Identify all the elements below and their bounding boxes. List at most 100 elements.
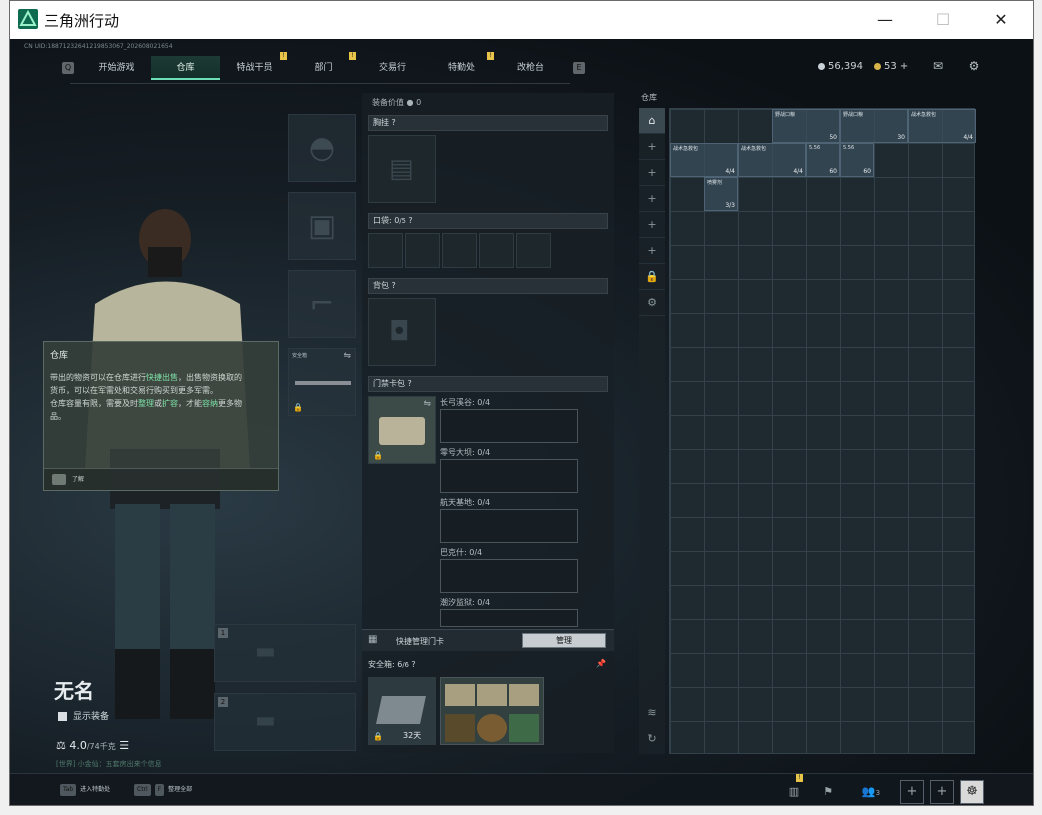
swap-icon[interactable]: ⇋ bbox=[423, 399, 431, 409]
storage-item[interactable]: 战术急救包 4/4 bbox=[670, 143, 738, 177]
swap-icon[interactable]: ⇋ bbox=[343, 351, 351, 361]
storage-item[interactable]: 野战口粮 50 bbox=[772, 109, 840, 143]
pin-icon[interactable]: 📌 bbox=[596, 659, 606, 668]
item-label: 野战口粮 bbox=[775, 112, 796, 118]
keycard-grid[interactable] bbox=[440, 459, 578, 493]
weight-max: /74千克 bbox=[86, 742, 116, 751]
add-tab-icon[interactable]: + bbox=[639, 212, 665, 238]
nav-next-key[interactable]: E bbox=[573, 62, 585, 74]
keycard-grid[interactable] bbox=[440, 609, 578, 627]
add-tab-icon[interactable]: + bbox=[639, 134, 665, 160]
pistol-slot[interactable]: ⌐ bbox=[288, 270, 356, 338]
alert-badge: ! bbox=[487, 52, 494, 60]
app-logo-icon bbox=[18, 9, 38, 29]
tab-department[interactable]: 部门! bbox=[289, 52, 358, 80]
storage-title: 仓库 bbox=[641, 93, 657, 102]
keycard-case-slot[interactable]: ⇋ 🔒 bbox=[368, 396, 436, 464]
close-button[interactable]: ✕ bbox=[978, 1, 1024, 39]
tab-gunsmith[interactable]: 改枪台 bbox=[496, 56, 565, 80]
add-coupon-button[interactable]: + bbox=[900, 61, 908, 72]
avatar[interactable]: ☸ bbox=[960, 780, 984, 804]
secondary-weapon-slot[interactable]: 2 ▬ bbox=[214, 693, 356, 751]
secure-days: 32天 bbox=[403, 731, 422, 740]
character-name: 无名 bbox=[54, 675, 94, 704]
ammo-item[interactable] bbox=[445, 684, 475, 706]
lock-icon: 🔒 bbox=[293, 403, 303, 412]
pocket-slot[interactable] bbox=[442, 233, 477, 268]
sort-all-shortcut[interactable]: Ctrl F 整理全部 bbox=[134, 784, 192, 796]
friends-count: 3 bbox=[875, 789, 881, 797]
storage-item[interactable]: 战术急救包 4/4 bbox=[908, 109, 976, 143]
add-tab-icon[interactable]: + bbox=[639, 186, 665, 212]
storage-item[interactable]: 战术急救包 4/4 bbox=[738, 143, 806, 177]
add-tab-icon[interactable]: + bbox=[639, 160, 665, 186]
storage-item[interactable]: 5.56 60 bbox=[840, 143, 874, 177]
tt-highlight: 容纳 bbox=[202, 399, 218, 408]
pocket-slot[interactable] bbox=[368, 233, 403, 268]
friends-icon[interactable]: 👥3 bbox=[856, 782, 886, 802]
storage-item[interactable]: 野战口粮 30 bbox=[840, 109, 908, 143]
backpack-slot[interactable]: ◘ bbox=[368, 298, 436, 366]
keycard-grid[interactable] bbox=[440, 509, 578, 543]
tab-storage[interactable]: 仓库 bbox=[151, 56, 220, 80]
nav-prev-key[interactable]: Q bbox=[62, 62, 74, 74]
understood-button[interactable]: 了解 bbox=[72, 474, 84, 483]
ammo-item[interactable] bbox=[477, 684, 507, 706]
maximize-button[interactable]: ☐ bbox=[920, 1, 966, 39]
ctrl-key: Ctrl bbox=[134, 784, 151, 796]
layers-icon[interactable]: ≋ bbox=[639, 700, 665, 726]
minimize-button[interactable]: — bbox=[862, 1, 908, 39]
melee-item[interactable] bbox=[445, 714, 475, 742]
keycard-grid[interactable] bbox=[440, 409, 578, 443]
secure-box-slot[interactable]: 🔒 32天 bbox=[368, 677, 436, 745]
ammo-item[interactable] bbox=[509, 684, 539, 706]
storage-item[interactable]: 5.56 60 bbox=[806, 143, 840, 177]
tooltip-title: 仓库 bbox=[50, 351, 69, 361]
settings-gear-icon[interactable]: ⚙ bbox=[966, 59, 982, 73]
item-count: 3/3 bbox=[725, 202, 735, 209]
f-key: F bbox=[154, 784, 165, 796]
armor-slot[interactable]: ▣ bbox=[288, 192, 356, 260]
tt-text: 或 bbox=[154, 399, 162, 408]
settings-gear-icon[interactable]: ⚙ bbox=[639, 290, 665, 316]
invite-slot-button[interactable]: + bbox=[930, 780, 954, 804]
manage-button[interactable]: 管理 bbox=[522, 633, 606, 648]
chest-rig-slot[interactable]: ▤ bbox=[368, 135, 436, 203]
add-tab-icon[interactable]: + bbox=[639, 238, 665, 264]
pocket-slot[interactable] bbox=[479, 233, 514, 268]
invite-slot-button[interactable]: + bbox=[900, 780, 924, 804]
lock-icon[interactable]: 🔒 bbox=[639, 264, 665, 290]
flag-icon[interactable]: ⚑ bbox=[816, 782, 840, 802]
mail-icon[interactable]: ✉ bbox=[930, 59, 946, 73]
tt-text: 品。 bbox=[50, 412, 66, 421]
coupon-value: 53 bbox=[884, 61, 897, 72]
card-map-label: 零号大坝: 0/4 bbox=[440, 448, 491, 457]
keycard-grid[interactable] bbox=[440, 559, 578, 593]
tab-trade[interactable]: 交易行 bbox=[358, 56, 427, 80]
secure-box-contents[interactable] bbox=[440, 677, 544, 745]
storage-grid[interactable]: 野战口粮 50 野战口粮 30 战术急救包 4/4 战术急救包 4/4 战术急救包 4/4 5.56… bbox=[669, 108, 976, 754]
tt-highlight: 快捷出售 bbox=[146, 373, 178, 382]
tab-special-ops[interactable]: 特勤处! bbox=[427, 52, 496, 80]
item-count: 30 bbox=[897, 134, 905, 141]
primary-weapon-slot[interactable]: 1 ▬ bbox=[214, 624, 356, 682]
storage-item[interactable]: 喷雾剂 3/3 bbox=[704, 177, 738, 211]
medkit-item[interactable] bbox=[509, 714, 539, 742]
tab-operators[interactable]: 特战干员! bbox=[220, 52, 289, 80]
tab-start-game[interactable]: 开始游戏 bbox=[82, 56, 151, 80]
compass-item[interactable] bbox=[477, 714, 507, 742]
storage-main-icon[interactable]: ⌂ bbox=[639, 108, 665, 134]
helmet-icon: ◓ bbox=[308, 130, 336, 166]
pocket-slot[interactable] bbox=[405, 233, 440, 268]
melee-slot[interactable]: 安全箱 ⇋ 🔒 bbox=[288, 348, 356, 416]
checkbox[interactable] bbox=[58, 712, 67, 721]
helmet-slot[interactable]: ◓ bbox=[288, 114, 356, 182]
item-count: 4/4 bbox=[725, 168, 735, 175]
show-equip-toggle[interactable]: 显示装备 bbox=[58, 709, 109, 722]
sort-icon[interactable]: ↻ bbox=[639, 726, 665, 752]
special-ops-shortcut[interactable]: Tab 进入特勤处 bbox=[60, 784, 110, 796]
alert-badge: ! bbox=[280, 52, 287, 60]
list-icon[interactable]: ☰ bbox=[119, 739, 129, 752]
pocket-slot[interactable] bbox=[516, 233, 551, 268]
stats-chart-icon[interactable]: ▥! bbox=[782, 774, 806, 802]
